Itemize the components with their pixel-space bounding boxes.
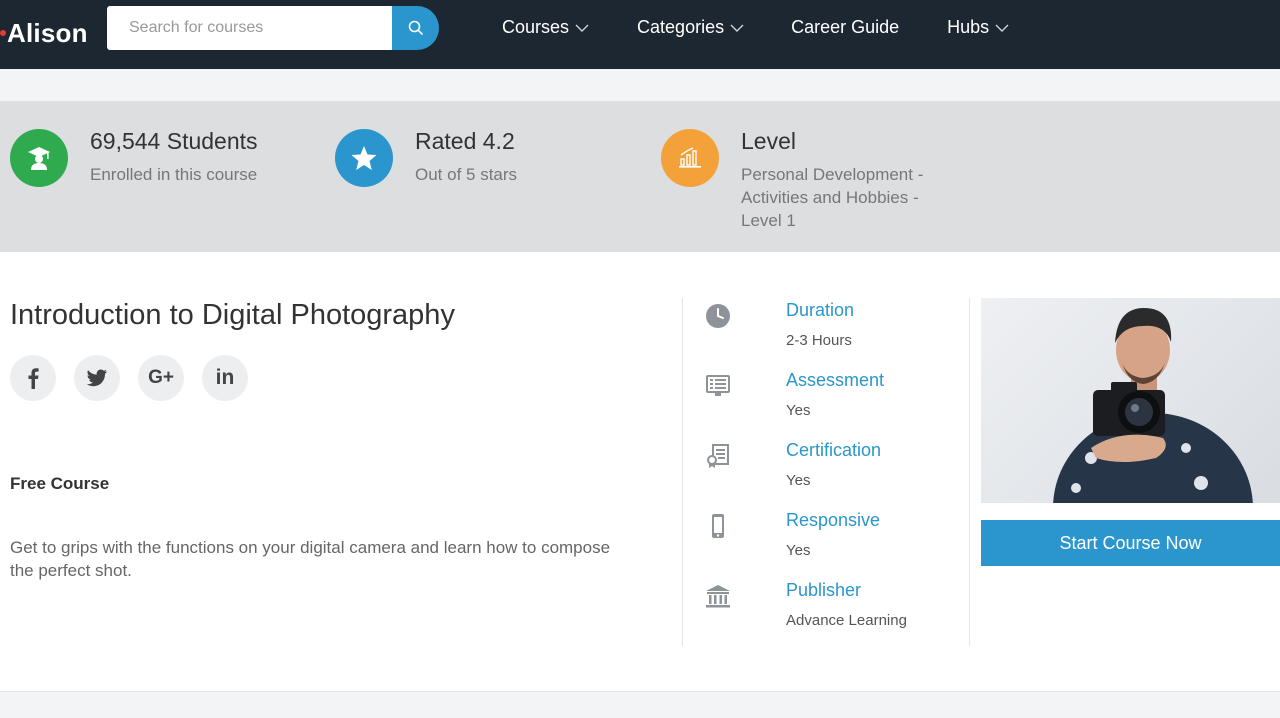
- level-line-3: Level 1: [741, 211, 796, 230]
- level-line-1: Personal Development -: [741, 165, 924, 184]
- nav-courses-label: Courses: [502, 17, 570, 37]
- linkedin-icon: in: [215, 366, 235, 389]
- divider: [682, 298, 683, 646]
- detail-value: Yes: [786, 402, 811, 419]
- students-subtitle: Enrolled in this course: [90, 165, 258, 184]
- chevron-down-icon: [730, 24, 744, 32]
- detail-label: Certification: [786, 440, 882, 460]
- nav-career-guide[interactable]: Career Guide: [791, 17, 899, 38]
- nav-categories-label: Categories: [637, 17, 725, 37]
- detail-label: Publisher: [786, 580, 862, 600]
- main-nav: Courses Categories Career Guide Hubs: [502, 17, 1009, 38]
- level-subtitle: Personal Development - Activities and Ho…: [741, 163, 923, 232]
- clock-icon: [704, 302, 732, 330]
- detail-label: Duration: [786, 300, 855, 320]
- level-title: Level: [741, 128, 796, 154]
- chevron-down-icon: [575, 24, 589, 32]
- course-title: Introduction to Digital Photography: [10, 299, 455, 331]
- detail-publisher: Publisher Advance Learning: [700, 578, 960, 648]
- nav-career-guide-label: Career Guide: [791, 17, 900, 37]
- nav-hubs-label: Hubs: [947, 17, 990, 37]
- assessment-icon: [704, 372, 732, 400]
- top-navbar: Alison Courses Categories Career Guide H…: [0, 0, 1280, 69]
- nav-categories[interactable]: Categories: [637, 17, 744, 38]
- level-line-2: Activities and Hobbies -: [741, 188, 919, 207]
- google-plus-share-button[interactable]: G+: [138, 355, 184, 401]
- rating-value: Rated 4.2: [415, 128, 515, 154]
- chevron-down-icon: [995, 24, 1009, 32]
- nav-courses[interactable]: Courses: [502, 17, 589, 38]
- detail-value: Advance Learning: [786, 612, 907, 629]
- course-image: [981, 298, 1280, 503]
- bar-chart-icon: [661, 129, 719, 187]
- detail-assessment: Assessment Yes: [700, 368, 960, 438]
- detail-value: 2-3 Hours: [786, 332, 852, 349]
- course-description: Get to grips with the functions on your …: [10, 538, 611, 580]
- search-bar: [107, 6, 439, 50]
- nav-hubs[interactable]: Hubs: [947, 17, 1009, 38]
- students-count: 69,544 Students: [90, 128, 258, 154]
- detail-certification: Certification Yes: [700, 438, 960, 508]
- search-button[interactable]: [392, 6, 439, 50]
- google-plus-icon: G+: [148, 367, 174, 388]
- graduate-icon: [10, 129, 68, 187]
- social-share: G+ in: [10, 355, 248, 401]
- detail-label: Responsive: [786, 510, 881, 530]
- star-icon: [335, 129, 393, 187]
- course-card: Introduction to Digital Photography G+ i…: [0, 252, 1280, 692]
- mobile-icon: [704, 512, 732, 540]
- course-stats-band: 69,544 Students Enrolled in this course …: [0, 101, 1280, 252]
- detail-value: Yes: [786, 542, 811, 559]
- detail-duration: Duration 2-3 Hours: [700, 298, 960, 368]
- photographer-illustration: [1053, 308, 1253, 503]
- twitter-icon: [86, 369, 107, 387]
- search-input[interactable]: [107, 6, 392, 50]
- alison-logo[interactable]: Alison: [0, 18, 88, 49]
- start-course-button[interactable]: Start Course Now: [981, 520, 1280, 566]
- certificate-icon: [704, 442, 732, 470]
- linkedin-share-button[interactable]: in: [202, 355, 248, 401]
- divider: [969, 298, 970, 646]
- twitter-share-button[interactable]: [74, 355, 120, 401]
- detail-label: Assessment: [786, 370, 885, 390]
- facebook-share-button[interactable]: [10, 355, 56, 401]
- rating-subtitle: Out of 5 stars: [415, 165, 518, 184]
- logo-text: Alison: [7, 18, 88, 48]
- facebook-icon: [28, 368, 39, 389]
- detail-responsive: Responsive Yes: [700, 508, 960, 578]
- detail-value: Yes: [786, 472, 811, 489]
- price-label: Free Course: [10, 474, 110, 493]
- institution-icon: [704, 582, 732, 610]
- search-icon: [408, 20, 423, 35]
